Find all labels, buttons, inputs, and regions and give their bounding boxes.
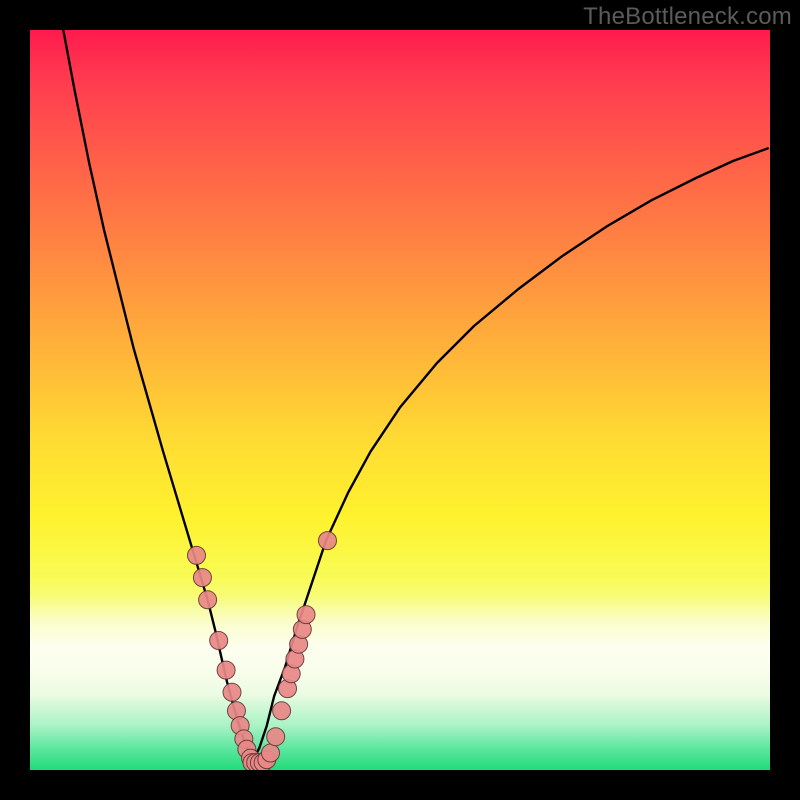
curve-paths [63, 30, 767, 763]
curve-left-branch [63, 30, 252, 763]
chart-frame: TheBottleneck.com [0, 0, 800, 800]
data-point [318, 532, 336, 550]
curve-right-branch [252, 148, 768, 762]
data-point [199, 591, 217, 609]
curve-layer [30, 30, 770, 770]
data-point [273, 702, 291, 720]
data-point [217, 661, 235, 679]
data-point [223, 683, 241, 701]
curve-markers [188, 532, 337, 770]
data-point [188, 546, 206, 564]
watermark-text: TheBottleneck.com [583, 3, 792, 31]
data-point [297, 606, 315, 624]
data-point [210, 632, 228, 650]
data-point [193, 569, 211, 587]
plot-area [30, 30, 770, 770]
data-point [262, 744, 280, 762]
data-point [267, 728, 285, 746]
